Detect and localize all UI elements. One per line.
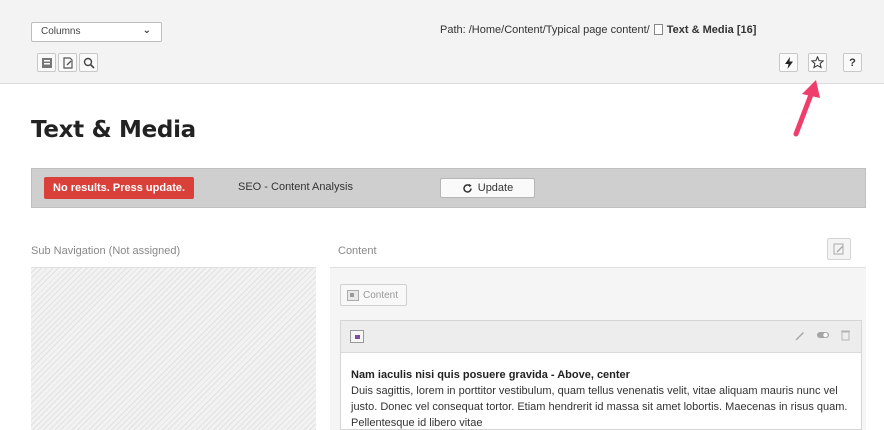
edit-document-icon [62,56,73,69]
doc-header-toolbar: Columns ⌄ Path: /Home/Content/Typical pa… [0,0,884,84]
chevron-down-icon: ⌄ [142,25,151,36]
seo-status-badge: No results. Press update. [44,177,195,199]
add-content-label: Content [363,289,399,301]
content-element-title: Nam iaculis nisi quis posuere gravida - … [351,369,630,381]
breadcrumb: Path: /Home/Content/Typical page content… [440,24,756,36]
seo-panel: No results. Press update. SEO - Content … [31,168,866,208]
search-icon [83,57,95,69]
content-element-text: Duis sagittis, lorem in porttitor vestib… [351,385,848,429]
view-mode-select[interactable]: Columns ⌄ [31,22,162,42]
pencil-icon[interactable] [794,329,806,341]
content-element[interactable]: Nam iaculis nisi quis posuere gravida - … [340,320,862,430]
star-icon [811,56,824,69]
path-label: Path: /Home/Content/Typical page content… [440,24,650,36]
toggle-visibility-icon[interactable] [816,329,830,341]
list-view-button[interactable] [37,53,56,72]
search-button[interactable] [79,53,98,72]
help-button[interactable]: ? [843,53,862,72]
pointer-arrow-icon [793,80,820,137]
seo-panel-label: SEO - Content Analysis [238,181,353,193]
content-element-header [341,321,861,353]
view-mode-value: Columns [41,26,81,37]
page-ref: Text & Media [16] [666,24,757,36]
unassigned-column-area [31,268,316,430]
edit-page-button[interactable] [58,53,77,72]
page-title: Text & Media [31,117,196,143]
page-icon [653,24,663,35]
update-button-label: Update [477,182,514,194]
column-header-content: Content [338,245,377,257]
edit-icon [833,243,844,255]
bookmark-button[interactable] [808,53,827,72]
trash-icon[interactable] [840,329,851,341]
update-button[interactable]: Update [440,178,535,198]
list-view-icon [41,57,52,68]
content-element-actions [794,329,851,341]
add-content-button[interactable]: Content [340,284,408,306]
content-element-body: Nam iaculis nisi quis posuere gravida - … [341,353,861,430]
text-media-type-icon [350,330,364,343]
add-content-icon [347,289,359,301]
refresh-icon [463,183,472,193]
help-icon: ? [849,56,856,69]
lightning-icon [784,56,793,69]
column-header-subnav: Sub Navigation (Not assigned) [31,245,181,257]
clear-cache-button[interactable] [779,53,798,72]
edit-column-button[interactable] [827,238,851,260]
